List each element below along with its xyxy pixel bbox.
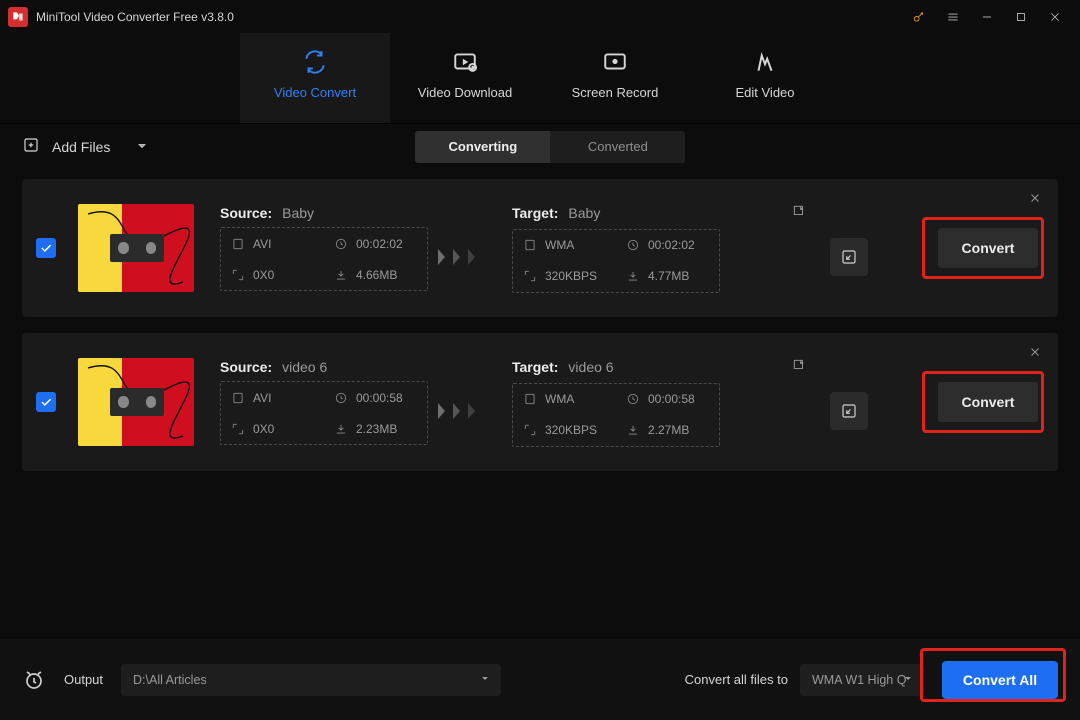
add-files-button[interactable]: Add Files [10,130,160,163]
target-bitrate: 320KBPS [513,415,616,446]
bottom-bar: Output D:\All Articles Convert all files… [0,639,1080,720]
source-format: AVI [221,382,324,413]
preview-button[interactable] [830,238,868,276]
source-duration: 00:02:02 [324,228,427,259]
target-format: WMA [513,384,616,415]
convert-button[interactable]: Convert [938,382,1038,422]
source-name: Baby [282,205,314,221]
upgrade-key-icon[interactable] [902,0,936,33]
tab-edit-video[interactable]: Edit Video [690,33,840,123]
source-spec-box: AVI 00:02:02 0X0 4.66MB [220,227,428,291]
source-resolution: 0X0 [221,259,324,290]
menu-icon[interactable] [936,0,970,33]
tab-label: Video Download [418,85,512,100]
output-path-select[interactable]: D:\All Articles [121,664,501,696]
file-card: Source: Baby AVI 00:02:02 0X0 4.66MB Targ… [22,179,1058,317]
video-convert-icon [302,49,328,75]
target-bitrate: 320KBPS [513,261,616,292]
edit-target-icon[interactable] [792,204,806,223]
edit-video-icon [752,49,778,75]
target-duration: 00:02:02 [616,230,719,261]
source-format: AVI [221,228,324,259]
tab-label: Video Convert [274,85,356,100]
source-name: video 6 [282,359,327,375]
target-name: Baby [568,205,600,221]
remove-item-icon[interactable] [1028,345,1042,364]
convert-all-to-label: Convert all files to [685,672,788,687]
tab-label: Edit Video [735,85,794,100]
source-block: Source: video 6 AVI 00:00:58 0X0 2.23MB [220,359,428,445]
status-segmented-control: Converting Converted [415,131,685,163]
toolbar: Add Files Converting Converted [0,124,1080,169]
target-spec-box: WMA 00:00:58 320KBPS 2.27MB [512,383,720,447]
select-checkbox[interactable] [36,238,56,258]
thumbnail [78,358,194,446]
target-spec-box: WMA 00:02:02 320KBPS 4.77MB [512,229,720,293]
chevron-down-icon [479,672,491,687]
add-files-icon [22,136,40,157]
file-card: Source: video 6 AVI 00:00:58 0X0 2.23MB T… [22,333,1058,471]
tab-video-convert[interactable]: Video Convert [240,33,390,123]
output-label: Output [64,672,103,687]
target-block: Target: video 6 WMA 00:00:58 320KBPS 2.27… [512,358,812,447]
source-label: Source: [220,205,272,221]
tab-label: Screen Record [572,85,659,100]
arrow-icon [428,402,486,420]
chevron-down-icon [902,672,914,687]
target-duration: 00:00:58 [616,384,719,415]
convert-all-button[interactable]: Convert All [942,661,1058,699]
edit-target-icon[interactable] [792,358,806,377]
schedule-icon[interactable] [22,668,46,692]
target-label: Target: [512,205,558,221]
tab-video-download[interactable]: Video Download [390,33,540,123]
file-list: Source: Baby AVI 00:02:02 0X0 4.66MB Targ… [0,169,1080,629]
thumbnail [78,204,194,292]
convert-button[interactable]: Convert [938,228,1038,268]
source-duration: 00:00:58 [324,382,427,413]
target-label: Target: [512,359,558,375]
close-window-button[interactable] [1038,0,1072,33]
source-size: 2.23MB [324,413,427,444]
main-tabs: Video Convert Video Download Screen Reco… [0,33,1080,124]
source-block: Source: Baby AVI 00:02:02 0X0 4.66MB [220,205,428,291]
source-resolution: 0X0 [221,413,324,444]
output-profile-value: WMA W1 High Q [812,673,906,687]
source-size: 4.66MB [324,259,427,290]
output-path-value: D:\All Articles [133,673,207,687]
target-format: WMA [513,230,616,261]
app-title: MiniTool Video Converter Free v3.8.0 [36,10,234,24]
output-profile-select[interactable]: WMA W1 High Q [800,664,924,696]
remove-item-icon[interactable] [1028,191,1042,210]
chevron-down-icon[interactable] [136,139,148,155]
preview-button[interactable] [830,392,868,430]
screen-record-icon [602,49,628,75]
app-logo-icon [8,7,28,27]
source-spec-box: AVI 00:00:58 0X0 2.23MB [220,381,428,445]
minimize-button[interactable] [970,0,1004,33]
tab-screen-record[interactable]: Screen Record [540,33,690,123]
maximize-button[interactable] [1004,0,1038,33]
target-name: video 6 [568,359,613,375]
segment-converted[interactable]: Converted [550,131,685,163]
target-size: 2.27MB [616,415,719,446]
source-label: Source: [220,359,272,375]
select-checkbox[interactable] [36,392,56,412]
arrow-icon [428,248,486,266]
video-download-icon [452,49,478,75]
target-block: Target: Baby WMA 00:02:02 320KBPS 4.77MB [512,204,812,293]
target-size: 4.77MB [616,261,719,292]
title-bar: MiniTool Video Converter Free v3.8.0 [0,0,1080,33]
segment-converting[interactable]: Converting [415,131,550,163]
add-files-label: Add Files [52,139,110,155]
